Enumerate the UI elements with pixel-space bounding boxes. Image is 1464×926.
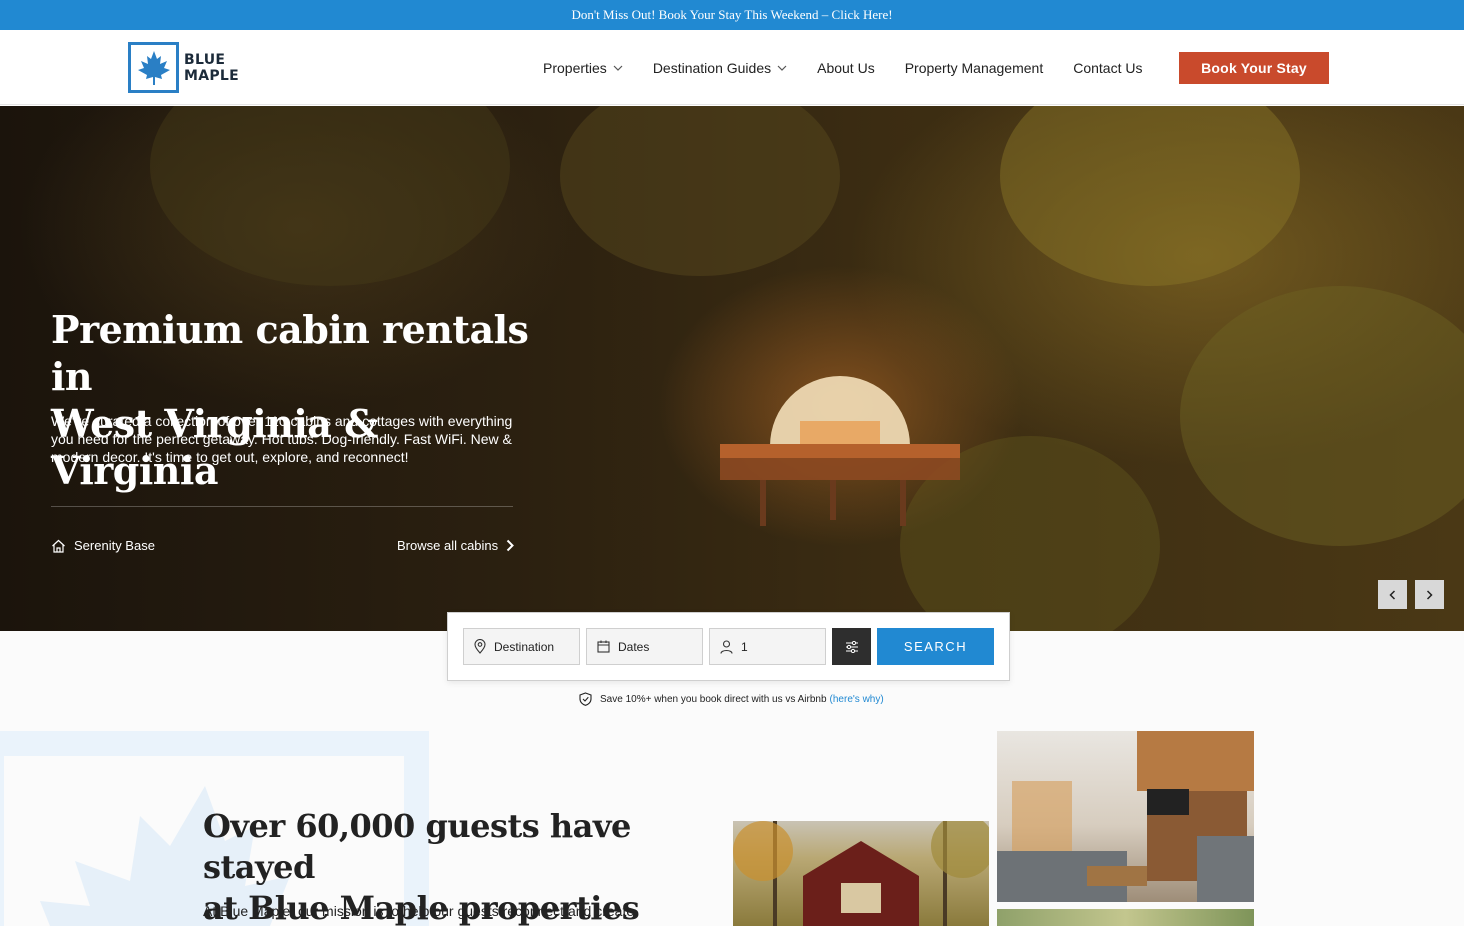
cabin-exterior-illustration (733, 821, 989, 926)
logo[interactable]: BLUE MAPLE (128, 42, 239, 93)
nav-properties[interactable]: Properties (543, 60, 623, 76)
logo-line-1: BLUE (184, 51, 226, 68)
nav-contact-us-label: Contact Us (1073, 59, 1143, 76)
logo-line-2: MAPLE (184, 67, 240, 84)
hero-image-foliage (1180, 286, 1464, 546)
logo-wordmark: BLUE MAPLE (184, 52, 239, 84)
savings-text: Save 10%+ when you book direct with us v… (600, 693, 827, 705)
hero-image-foliage (560, 106, 840, 276)
nav-property-management[interactable]: Property Management (905, 60, 1044, 76)
maple-leaf-icon (128, 42, 179, 93)
nav-about-us-label: About Us (817, 59, 875, 76)
promo-text[interactable]: Don't Miss Out! Book Your Stay This Week… (571, 7, 892, 23)
chevron-down-icon (777, 65, 787, 71)
home-icon (52, 539, 65, 553)
site-header: BLUE MAPLE Properties Destination Guides… (0, 30, 1464, 105)
carousel-prev-button[interactable] (1378, 580, 1407, 609)
mission-text: At Blue Maple, our mission is to help ou… (203, 903, 635, 919)
filters-button[interactable] (832, 628, 871, 665)
guests-heading-line-1: Over 60,000 guests have stayed (203, 807, 631, 886)
hero-divider (51, 506, 513, 507)
shield-check-icon (579, 692, 592, 706)
exterior-photo-partial (997, 909, 1254, 926)
nav-property-management-label: Property Management (904, 59, 1044, 76)
user-icon (720, 639, 733, 654)
destination-field[interactable]: Destination (463, 628, 580, 665)
nav-properties-label: Properties (543, 59, 607, 76)
chevron-right-icon (1426, 589, 1433, 600)
hero-banner: Premium cabin rentals in West Virginia &… (0, 106, 1464, 631)
book-your-stay-button[interactable]: Book Your Stay (1179, 52, 1329, 84)
hero-subtitle: We've curated a collection of over 110 c… (51, 413, 513, 465)
nav-destination-guides-label: Destination Guides (652, 59, 772, 76)
destination-value: Destination (494, 639, 555, 654)
search-button[interactable]: SEARCH (877, 628, 994, 665)
chevron-down-icon (613, 65, 623, 71)
hero-property-name: Serenity Base (74, 538, 155, 553)
savings-note: Save 10%+ when you book direct with us v… (579, 692, 884, 706)
living-room-illustration (997, 731, 1254, 902)
main-nav: Properties Destination Guides About Us P… (543, 30, 1172, 105)
savings-link[interactable]: (here's why) (830, 694, 884, 705)
chevron-left-icon (1389, 589, 1396, 600)
cabin-exterior-photo (733, 821, 989, 926)
hero-image-dome (720, 376, 960, 526)
hero-title-line-1: Premium cabin rentals in (51, 307, 529, 399)
browse-all-cabins-label: Browse all cabins (397, 538, 499, 553)
hero-property-label: Serenity Base (51, 538, 155, 553)
dates-value: Dates (618, 639, 650, 654)
search-widget: Destination Dates 1 SEARCH (447, 612, 1010, 681)
dates-field[interactable]: Dates (586, 628, 703, 665)
nav-contact-us[interactable]: Contact Us (1073, 60, 1142, 76)
nav-about-us[interactable]: About Us (817, 60, 875, 76)
living-room-photo (997, 731, 1254, 902)
promo-banner[interactable]: Don't Miss Out! Book Your Stay This Week… (0, 0, 1464, 30)
nav-destination-guides[interactable]: Destination Guides (653, 60, 787, 76)
guests-value: 1 (741, 639, 748, 654)
chevron-right-icon (506, 539, 515, 552)
hero-image-foliage (1000, 106, 1300, 286)
carousel-next-button[interactable] (1415, 580, 1444, 609)
hero-image-foliage (150, 106, 510, 286)
browse-all-cabins-link[interactable]: Browse all cabins (397, 538, 515, 553)
sliders-icon (845, 640, 858, 653)
map-pin-icon (474, 639, 486, 654)
calendar-icon (597, 640, 610, 653)
guests-field[interactable]: 1 (709, 628, 826, 665)
